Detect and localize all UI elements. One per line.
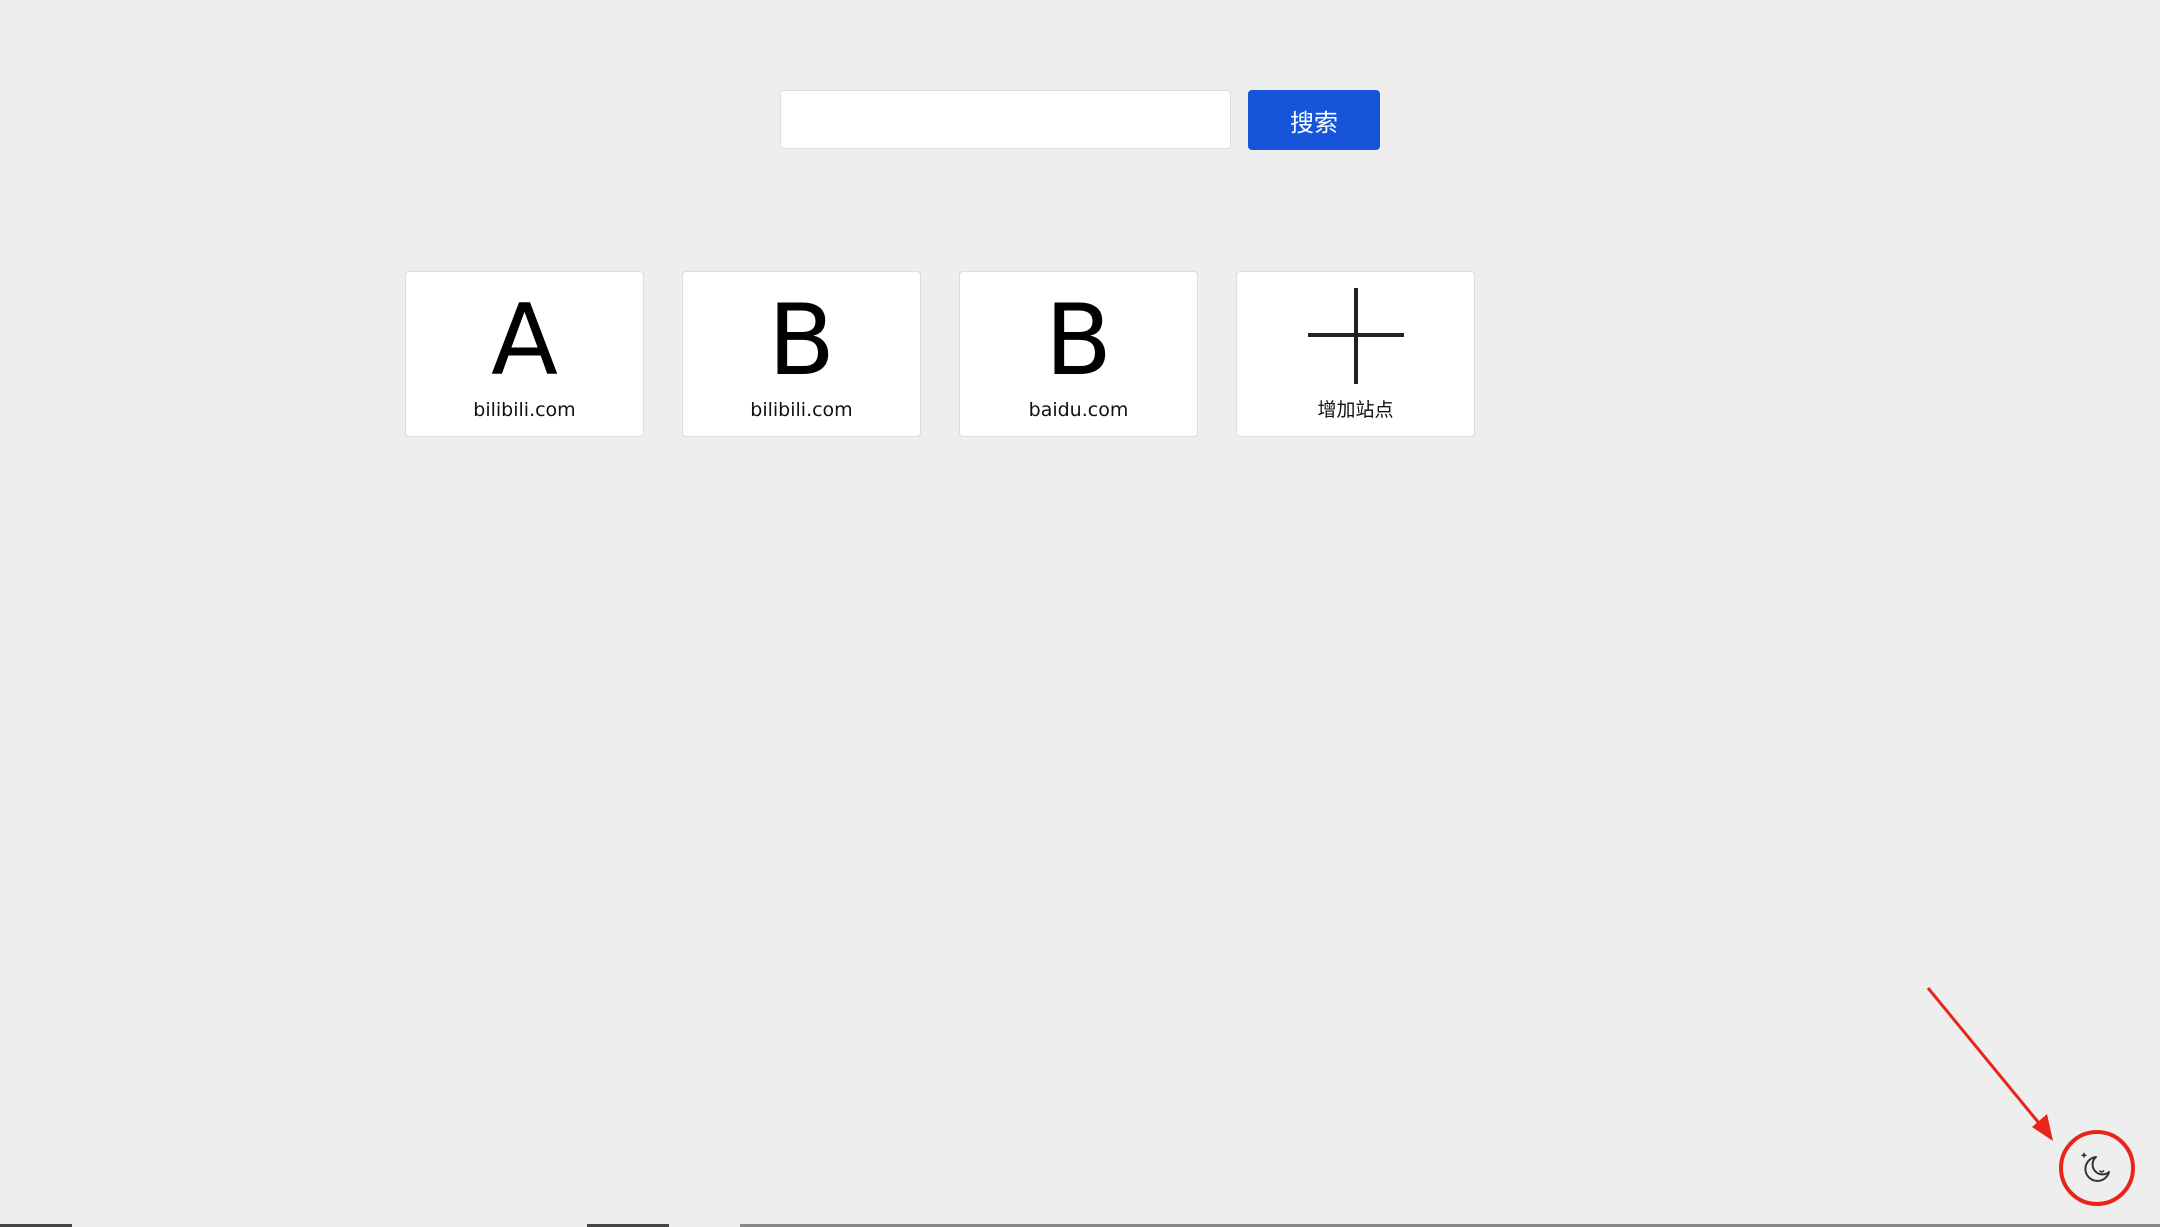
- add-site-label: 增加站点: [1317, 399, 1394, 421]
- site-tile-baidu[interactable]: B baidu.com: [959, 271, 1198, 437]
- site-tiles: A bilibili.com B bilibili.com B baidu.co…: [405, 271, 1475, 437]
- dark-mode-toggle[interactable]: [2073, 1145, 2119, 1191]
- site-tile-bilibili-a[interactable]: A bilibili.com: [405, 271, 644, 437]
- site-label: bilibili.com: [750, 399, 853, 421]
- site-label: bilibili.com: [473, 399, 576, 421]
- search-button[interactable]: 搜索: [1248, 90, 1380, 150]
- moon-icon: [2080, 1152, 2110, 1182]
- site-initial: B: [1044, 284, 1113, 398]
- annotation-arrow-circle: [1926, 987, 2135, 1206]
- plus-icon: [1308, 288, 1404, 384]
- new-tab-page: 搜索 A bilibili.com B bilibili.com B baidu…: [0, 0, 2160, 1227]
- site-initial: B: [767, 284, 836, 398]
- site-initial: A: [490, 284, 559, 398]
- site-label: baidu.com: [1028, 399, 1129, 421]
- site-tile-bilibili-b[interactable]: B bilibili.com: [682, 271, 921, 437]
- add-site-button[interactable]: 增加站点: [1236, 271, 1475, 437]
- search-input[interactable]: [780, 90, 1231, 149]
